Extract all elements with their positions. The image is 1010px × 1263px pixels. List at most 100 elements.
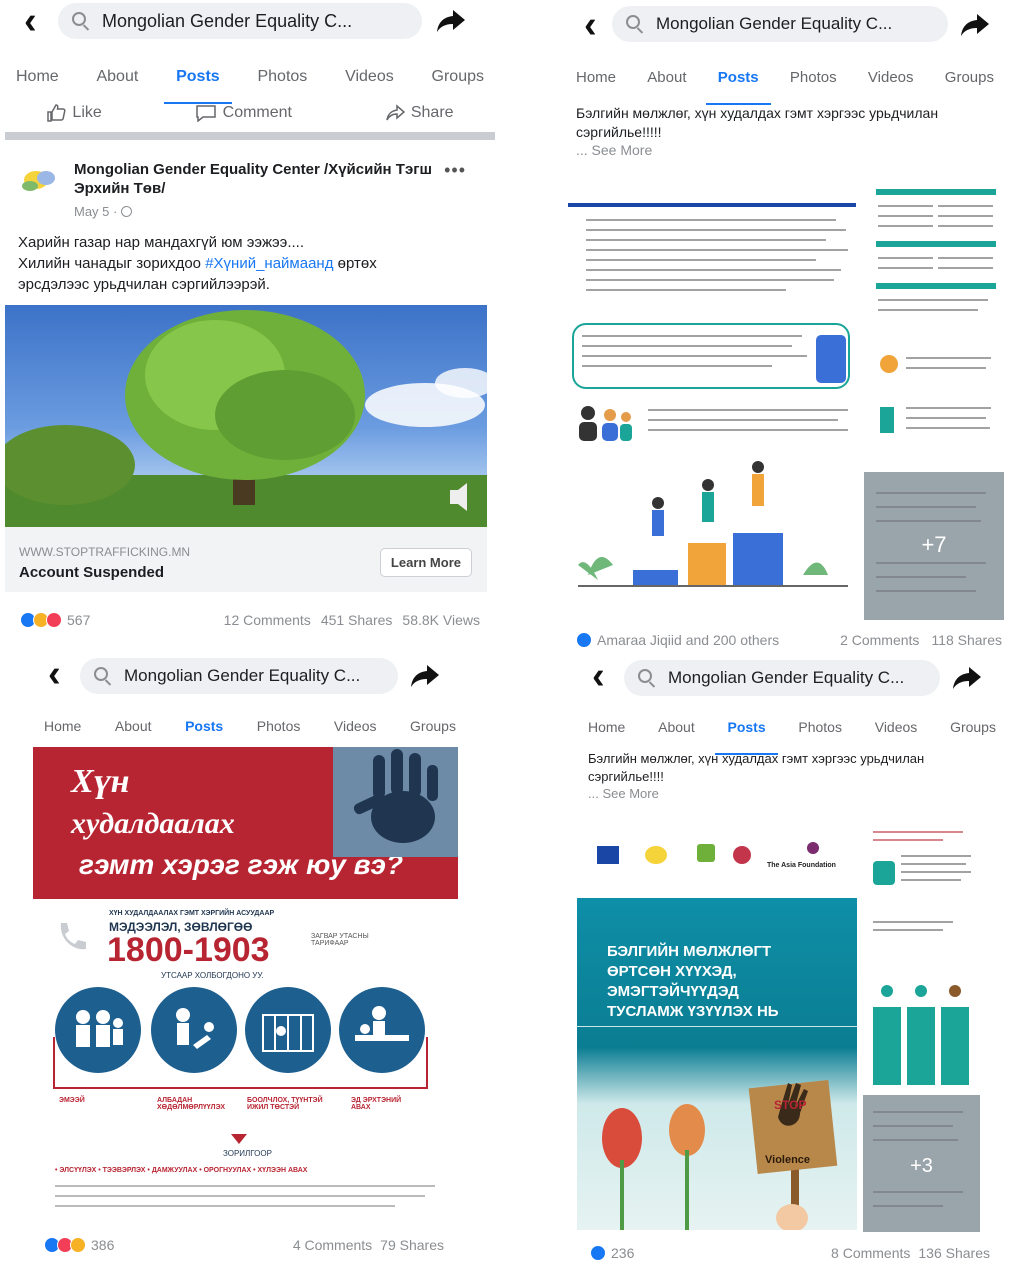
search-icon [626, 15, 640, 29]
tab-videos[interactable]: Videos [875, 719, 918, 747]
search-bar[interactable]: Mongolian Gender Equality C... [612, 6, 948, 42]
like-button[interactable]: Like [46, 100, 102, 126]
tab-groups[interactable]: Groups [410, 718, 456, 746]
poster-image[interactable]: Хүн худалдаалах гэмт хэрэг гэж юу вэ? ХҮ… [33, 747, 458, 1237]
circle-caption-3: БООЛЧЛОХ, ТҮҮНТЭЙ ИЖИЛ ТӨСТЭЙ [247, 1097, 323, 1111]
tab-groups[interactable]: Groups [432, 68, 484, 96]
connector-line [53, 1087, 428, 1089]
screenshot-panel-4: Mongolian Gender Equality C... Home Abou… [570, 655, 1010, 1263]
search-text: Mongolian Gender Equality C... [102, 11, 353, 31]
hashtag-link[interactable]: #Хүний_наймаанд [205, 255, 333, 272]
comment-icon [195, 105, 216, 122]
thumbs-up-icon [47, 104, 66, 122]
learn-more-button[interactable]: Learn More [379, 548, 472, 577]
more-photos-count: +7 [921, 532, 947, 557]
video-thumbnail[interactable] [5, 305, 487, 527]
search-bar[interactable]: Mongolian Gender Equality C... [58, 3, 422, 39]
tab-home[interactable]: Home [588, 719, 625, 747]
hotline-number[interactable]: 1800-1903 [107, 931, 270, 970]
share-arrow-icon[interactable] [436, 8, 466, 34]
post-text: Бэлгийн мөлжлөг, хүн худалдах гэмт хэргэ… [588, 751, 925, 784]
tab-about[interactable]: About [658, 719, 695, 747]
tab-photos[interactable]: Photos [257, 718, 301, 746]
see-more-link[interactable]: ... See More [588, 786, 659, 801]
shares-count[interactable]: 451 Shares [321, 612, 393, 628]
more-options-icon[interactable]: ••• [444, 160, 466, 181]
back-button[interactable] [24, 6, 37, 40]
tab-groups[interactable]: Groups [950, 719, 996, 747]
comments-count[interactable]: 8 Comments [831, 1245, 910, 1261]
post-stats: Amaraa Jiqiid and 200 others 2 Comments … [576, 632, 1002, 648]
reactions-count[interactable]: 567 [20, 612, 90, 628]
page-name[interactable]: Mongolian Gender Equality Center /Хүйсий… [74, 160, 434, 198]
tab-home[interactable]: Home [44, 718, 81, 746]
top-bar: Mongolian Gender Equality C... [570, 655, 1010, 705]
tab-photos[interactable]: Photos [790, 69, 837, 97]
post-actions: Like Comment Share [0, 100, 500, 126]
logo-5 [807, 842, 819, 854]
share-button[interactable]: Share [385, 100, 454, 126]
share-arrow-icon[interactable] [410, 663, 440, 689]
sign-stop: STOP [774, 1098, 807, 1112]
circle-caption-2: АЛБАДАН ХӨДӨЛМӨРЛҮҮЛЭХ [157, 1097, 226, 1111]
shares-count[interactable]: 136 Shares [918, 1245, 990, 1261]
tab-posts[interactable]: Posts [715, 719, 778, 755]
tab-posts[interactable]: Posts [705, 69, 771, 105]
comments-count[interactable]: 2 Comments [840, 632, 919, 648]
comment-button[interactable]: Comment [195, 100, 292, 126]
infographic-photo-1[interactable] [568, 185, 856, 443]
connector-line-right [426, 1037, 428, 1087]
back-button[interactable] [48, 659, 61, 693]
share-arrow-icon[interactable] [960, 12, 990, 38]
tab-photos[interactable]: Photos [798, 719, 842, 747]
tab-photos[interactable]: Photos [257, 68, 307, 96]
campaign-photo-2[interactable] [867, 825, 977, 1087]
tab-videos[interactable]: Videos [345, 68, 394, 96]
reactions-count[interactable]: 236 [590, 1245, 634, 1261]
tab-posts[interactable]: Posts [173, 718, 236, 754]
shares-count[interactable]: 118 Shares [931, 632, 1002, 648]
partner-name: The Asia Foundation [767, 862, 836, 869]
hotline-title: ХҮН ХУДАЛДААЛАХ ГЭМТ ХЭРГИЙН АСУУДААР [109, 910, 275, 917]
back-button[interactable] [584, 10, 597, 44]
more-photos-overlay[interactable]: +7 [864, 472, 1004, 620]
tab-groups[interactable]: Groups [945, 69, 994, 97]
more-photos-overlay[interactable]: +3 [863, 1095, 980, 1232]
campaign-photo-main[interactable]: The Asia Foundation БЭЛГИЙН МӨЛЖЛӨГТ ӨРТ… [577, 820, 857, 1232]
tab-videos[interactable]: Videos [334, 718, 377, 746]
search-text: Mongolian Gender Equality C... [668, 668, 905, 687]
shares-count[interactable]: 79 Shares [380, 1237, 444, 1253]
tab-about[interactable]: About [115, 718, 152, 746]
section-divider [5, 132, 495, 140]
link-preview[interactable]: WWW.STOPTRAFFICKING.MN Account Suspended… [5, 527, 487, 592]
tab-about[interactable]: About [647, 69, 686, 97]
post-stats: 236 8 Comments 136 Shares [590, 1245, 990, 1261]
post-date: May 5 · [74, 204, 132, 219]
page-avatar[interactable] [18, 162, 64, 202]
globe-icon [120, 206, 132, 217]
share-arrow-icon[interactable] [952, 665, 982, 691]
infographic-photo-2[interactable] [872, 185, 1002, 465]
back-button[interactable] [592, 661, 605, 695]
tab-home[interactable]: Home [16, 68, 59, 96]
link-url: WWW.STOPTRAFFICKING.MN [19, 545, 191, 559]
search-bar[interactable]: Mongolian Gender Equality C... [624, 660, 940, 696]
search-bar[interactable]: Mongolian Gender Equality C... [80, 658, 398, 694]
infographic-photo-3[interactable] [568, 455, 856, 615]
top-bar: Mongolian Gender Equality C... [560, 0, 1010, 50]
love-reaction-icon [46, 612, 62, 628]
reactions-count[interactable]: 386 [44, 1237, 114, 1253]
tab-posts[interactable]: Posts [164, 68, 232, 104]
views-count: 58.8K Views [402, 612, 480, 628]
like-reaction-icon [590, 1245, 606, 1261]
post-header: Mongolian Gender Equality Center /Хүйсий… [18, 160, 478, 220]
tab-videos[interactable]: Videos [868, 69, 914, 97]
reactions-count[interactable]: Amaraa Jiqiid and 200 others [576, 632, 779, 648]
comments-count[interactable]: 4 Comments [293, 1237, 372, 1253]
tab-home[interactable]: Home [576, 69, 616, 97]
comments-count[interactable]: 12 Comments [224, 612, 311, 628]
connector-line-left [53, 1037, 55, 1087]
phone-icon [816, 335, 846, 383]
tab-about[interactable]: About [96, 68, 138, 96]
see-more-link[interactable]: ... See More [576, 142, 652, 158]
